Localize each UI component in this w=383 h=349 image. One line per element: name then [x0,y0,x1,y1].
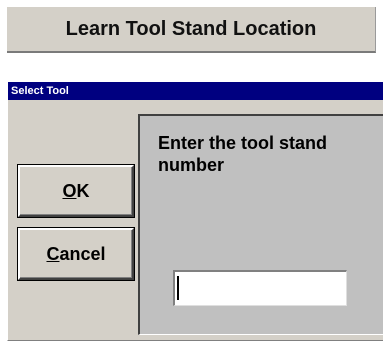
ok-button-label: K [76,180,90,201]
text-caret [177,276,179,300]
select-tool-dialog: Select Tool OK Cancel Enter the tool sta… [7,82,383,341]
tool-stand-number-input[interactable] [173,270,347,306]
cancel-button[interactable]: Cancel [18,228,134,280]
cancel-button-mnemonic: C [46,243,60,264]
prompt-panel: Enter the tool stand number [138,114,383,335]
ok-button[interactable]: OK [18,165,134,217]
ok-button-mnemonic: O [62,180,77,201]
dialog-title: Select Tool [8,82,383,100]
prompt-text: Enter the tool stand number [158,133,328,175]
cancel-button-label: ancel [59,243,106,264]
page-title: Learn Tool Stand Location [7,7,376,53]
